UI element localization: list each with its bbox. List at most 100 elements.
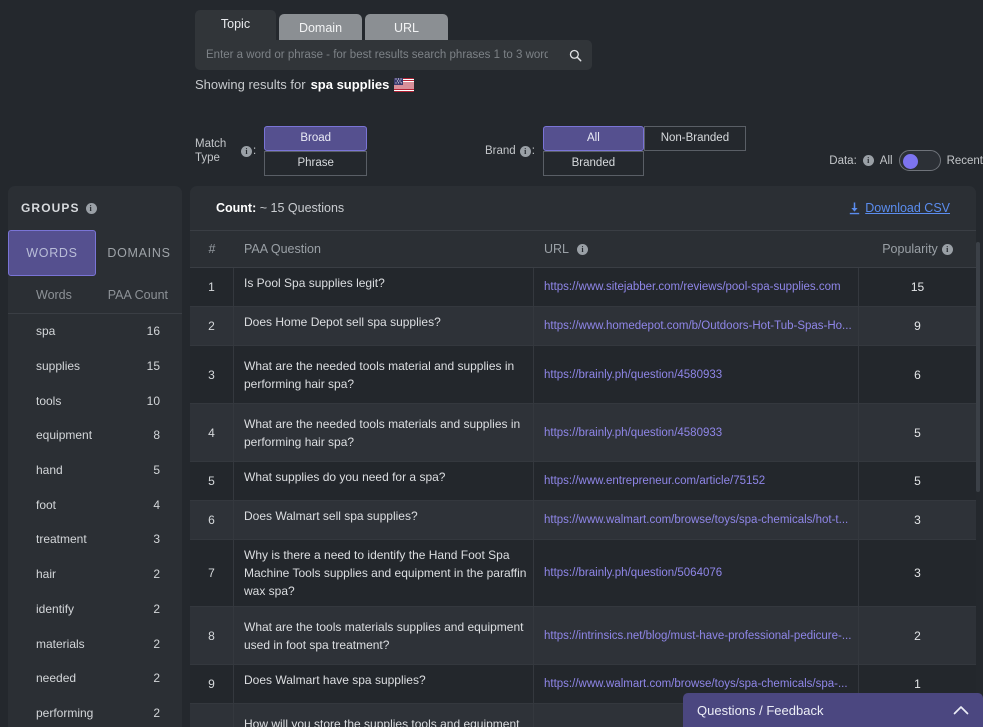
col-header-popularity: Popularity i <box>859 242 976 256</box>
table-row[interactable]: 1 Is Pool Spa supplies legit? https://www.… <box>190 268 976 307</box>
download-csv-button[interactable]: Download CSV <box>849 201 950 215</box>
data-toggle-switch[interactable] <box>898 150 941 171</box>
table-row[interactable]: 8 What are the tools materials supplies a… <box>190 607 976 665</box>
match-type-options: Broad Phrase <box>264 126 368 176</box>
sidebar-word-label: treatment <box>36 532 87 547</box>
col-header-url: URL i <box>534 242 859 256</box>
filters-bar: Match Type i : Broad Phrase Brand i : Al… <box>195 118 983 176</box>
sidebar-word-row[interactable]: hair 2 <box>8 557 182 592</box>
row-url-link[interactable]: https://www.sitejabber.com/reviews/pool-… <box>544 281 858 293</box>
sidebar-word-count: 5 <box>153 463 160 478</box>
sidebar-tab-words[interactable]: WORDS <box>8 230 96 276</box>
brand-option-branded[interactable]: Branded <box>542 151 644 176</box>
brand-option-non-branded[interactable]: Non-Branded <box>643 126 746 151</box>
brand-info-icon[interactable]: i <box>519 145 531 157</box>
sidebar-word-list: spa 16 supplies 15 tools 10 equipment 8 hand 5 foo… <box>8 314 182 727</box>
row-url-link[interactable]: https://intrinsics.net/blog/must-have-pr… <box>544 630 858 642</box>
data-toggle-option-all[interactable]: All <box>880 155 893 167</box>
row-number: 6 <box>190 501 234 539</box>
tab-topic[interactable]: Topic <box>195 10 276 40</box>
questions-feedback-widget[interactable]: Questions / Feedback <box>683 693 983 727</box>
sidebar-word-label: tools <box>36 393 62 408</box>
data-toggle-info-icon[interactable]: i <box>862 155 874 166</box>
search-submit-button[interactable] <box>558 40 592 70</box>
brand-option-all[interactable]: All <box>542 126 644 151</box>
row-question-text: What are the needed tools materials and … <box>244 416 521 449</box>
row-question-text: What are the needed tools material and s… <box>244 358 515 391</box>
download-csv-label: Download CSV <box>865 201 950 215</box>
match-type-label-line1: Match <box>195 138 227 150</box>
match-type-info-icon[interactable]: i <box>241 145 252 157</box>
row-question-text: Does Walmart have spa supplies? <box>244 673 426 687</box>
row-url-link[interactable]: https://www.entrepreneur.com/article/751… <box>544 475 858 487</box>
row-url-link[interactable]: https://brainly.ph/question/5064076 <box>544 567 858 579</box>
sidebar-word-row[interactable]: performing 2 <box>8 696 182 727</box>
table-row[interactable]: 5 What supplies do you need for a spa? htt… <box>190 462 976 501</box>
sidebar-word-row[interactable]: treatment 3 <box>8 522 182 557</box>
row-url-link[interactable]: https://www.walmart.com/browse/toys/spa-… <box>544 514 858 526</box>
sidebar-word-count: 2 <box>153 601 160 616</box>
sidebar-word-row[interactable]: supplies 15 <box>8 349 182 384</box>
row-url-link[interactable]: https://www.homedepot.com/b/Outdoors-Hot… <box>544 320 858 332</box>
sidebar-col-paa-count: PAA Count <box>107 287 168 302</box>
table-scrollbar[interactable] <box>976 242 980 492</box>
sidebar-word-row[interactable]: foot 4 <box>8 487 182 522</box>
popularity-info-icon[interactable]: i <box>941 243 953 255</box>
row-question-text: What are the tools materials supplies an… <box>244 619 524 652</box>
sidebar-word-row[interactable]: equipment 8 <box>8 418 182 453</box>
groups-sidebar: GROUPS i WORDS DOMAINS Words PAA Count s… <box>8 186 182 727</box>
sidebar-word-row[interactable]: spa 16 <box>8 314 182 349</box>
match-type-option-broad[interactable]: Broad <box>264 126 368 151</box>
table-row[interactable]: 7 Why is there a need to identify the Han… <box>190 540 976 607</box>
data-toggle-knob <box>902 153 918 169</box>
row-url-link[interactable]: https://brainly.ph/question/4580933 <box>544 427 858 439</box>
row-popularity: 3 <box>914 566 921 580</box>
row-popularity: 6 <box>914 367 921 382</box>
row-url-link[interactable]: https://brainly.ph/question/4580933 <box>544 369 858 381</box>
table-row[interactable]: 3 What are the needed tools material and … <box>190 346 976 404</box>
groups-info-icon[interactable]: i <box>85 202 97 214</box>
tab-domain[interactable]: Domain <box>279 14 362 40</box>
tab-url[interactable]: URL <box>365 14 448 40</box>
row-popularity: 9 <box>914 319 921 333</box>
showing-results-prefix: Showing results for <box>195 77 306 92</box>
sidebar-word-count: 10 <box>146 393 160 408</box>
sidebar-word-row[interactable]: needed 2 <box>8 661 182 696</box>
row-question-text: Is Pool Spa supplies legit? <box>244 276 385 290</box>
sidebar-word-count: 4 <box>153 497 160 512</box>
chevron-up-icon[interactable] <box>953 705 969 715</box>
brand-filter: Brand i : All Non-Branded Branded <box>485 126 746 176</box>
sidebar-word-row[interactable]: hand 5 <box>8 453 182 488</box>
row-question: What are the needed tools material and s… <box>234 346 534 403</box>
results-count-label: Count: <box>216 201 257 215</box>
row-popularity: 15 <box>910 280 925 294</box>
search-input[interactable] <box>195 49 558 61</box>
row-url-cell: https://www.entrepreneur.com/article/751… <box>534 462 859 500</box>
url-info-icon[interactable]: i <box>577 244 589 256</box>
data-toggle-option-recent[interactable]: Recent <box>947 155 983 167</box>
sidebar-tab-domains[interactable]: DOMAINS <box>96 230 182 276</box>
row-question-text: Does Walmart sell spa supplies? <box>244 509 418 523</box>
sidebar-word-row[interactable]: identify 2 <box>8 592 182 627</box>
row-number: 5 <box>190 462 234 500</box>
brand-options: All Non-Branded Branded <box>542 126 746 176</box>
sidebar-word-count: 15 <box>146 359 160 374</box>
row-popularity: 3 <box>914 513 921 527</box>
table-row[interactable]: 4 What are the needed tools materials and… <box>190 404 976 462</box>
sidebar-word-label: hand <box>36 463 63 478</box>
row-url-cell: https://www.homedepot.com/b/Outdoors-Hot… <box>534 307 859 345</box>
sidebar-col-words: Words <box>36 287 72 302</box>
table-row[interactable]: 2 Does Home Depot sell spa supplies? https… <box>190 307 976 346</box>
row-question: What are the tools materials supplies an… <box>234 607 534 664</box>
sidebar-word-count: 2 <box>153 636 160 651</box>
row-question: How will you store the supplies tools an… <box>234 704 534 727</box>
col-header-popularity-label: Popularity <box>882 242 938 256</box>
row-url-link[interactable]: https://www.walmart.com/browse/toys/spa-… <box>544 678 858 690</box>
table-row[interactable]: 6 Does Walmart sell spa supplies? https://… <box>190 501 976 540</box>
download-icon <box>850 202 860 214</box>
row-popularity: 2 <box>914 628 921 643</box>
sidebar-word-row[interactable]: materials 2 <box>8 626 182 661</box>
sidebar-word-row[interactable]: tools 10 <box>8 383 182 418</box>
match-type-option-phrase[interactable]: Phrase <box>264 151 368 176</box>
row-number: 3 <box>190 346 234 403</box>
